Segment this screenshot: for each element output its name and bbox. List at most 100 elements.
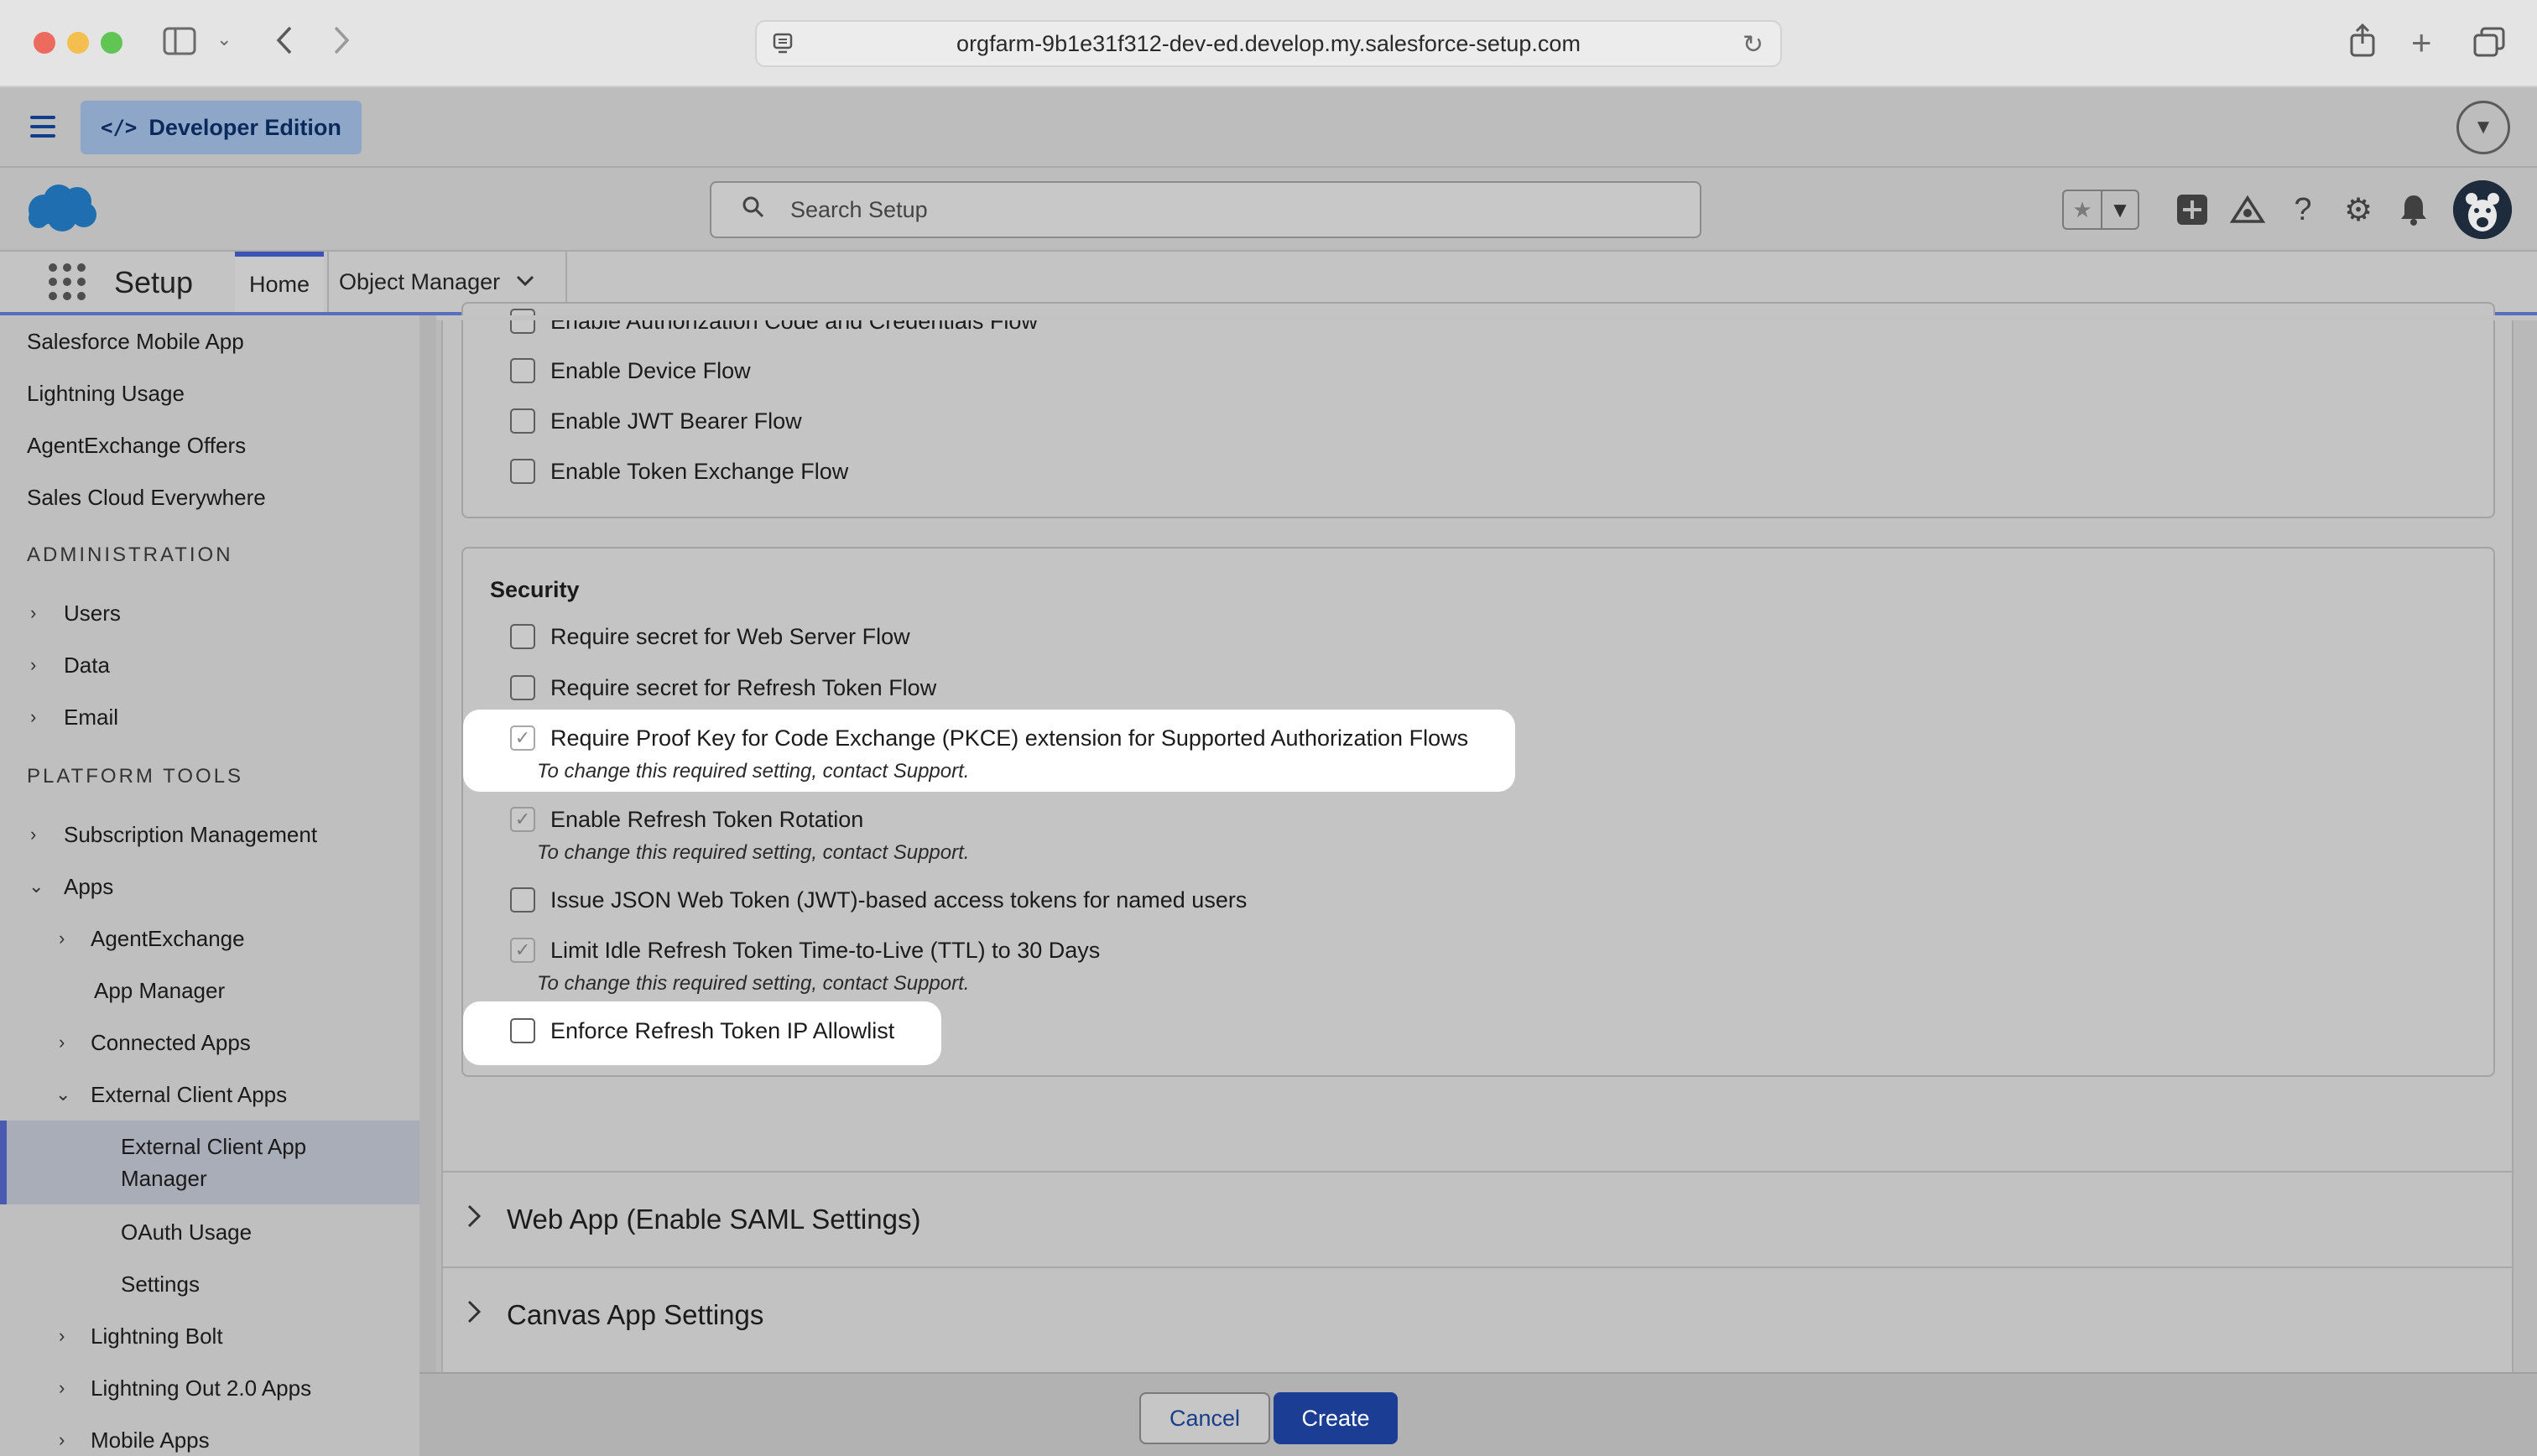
require-secret-web-server-checkbox[interactable] [510,624,535,649]
chevron-right-icon[interactable]: › [59,928,65,949]
tab-home[interactable]: Home [235,252,324,312]
issue-jwt-access-tokens-checkbox[interactable] [510,887,535,913]
sidebar-item-label: Connected Apps [91,1029,251,1055]
share-icon[interactable] [2349,23,2376,62]
enable-jwt-bearer-flow-checkbox[interactable] [510,408,535,434]
minimize-window-button[interactable] [67,32,89,54]
sidebar-item-data[interactable]: › Data [0,639,419,691]
header-actions: ★ ▼ ? ⚙ [2062,180,2512,239]
enable-auth-code-credentials-flow-checkbox[interactable] [510,309,535,334]
sidebar-item-agentexchange-offers[interactable]: AgentExchange Offers [0,419,419,471]
sidebar-heading-platform-tools: PLATFORM TOOLS [27,765,244,788]
chevron-right-icon[interactable]: › [30,824,36,845]
chevron-right-icon[interactable] [466,1299,482,1331]
search-icon [742,195,765,225]
chevron-right-icon[interactable]: › [30,602,36,624]
sidebar-item-lightning-usage[interactable]: Lightning Usage [0,367,419,419]
section-canvas-app-settings[interactable]: Canvas App Settings [441,1266,2514,1362]
tab-overview-icon[interactable] [2473,27,2505,62]
sidebar-item-label: Salesforce Mobile App [27,328,244,354]
reload-icon[interactable]: ↻ [1743,30,1763,60]
chevron-right-icon[interactable] [466,1204,482,1235]
forward-icon[interactable] [332,25,351,60]
sidebar-item-sales-cloud-everywhere[interactable]: Sales Cloud Everywhere [0,471,419,523]
sidebar-scrollbar[interactable] [419,315,436,1456]
require-pkce-checkbox[interactable]: ✓ [510,725,535,751]
new-tab-icon[interactable]: + [2411,25,2432,60]
chevron-right-icon[interactable]: › [59,1032,65,1053]
chevron-right-icon[interactable]: › [59,1325,65,1347]
site-settings-icon[interactable] [772,32,797,55]
cancel-button[interactable]: Cancel [1139,1392,1270,1444]
tab-object-manager-label: Object Manager [339,268,501,294]
developer-edition-badge[interactable]: </> Developer Edition [81,101,362,154]
help-icon[interactable]: ? [2284,190,2322,229]
sidebar-item-lightning-out-apps[interactable]: › Lightning Out 2.0 Apps [0,1362,419,1414]
address-bar[interactable]: orgfarm-9b1e31f312-dev-ed.develop.my.sal… [755,20,1782,67]
sidebar-toggle-icon[interactable] [163,27,196,60]
sidebar-item-label: Apps [64,873,114,899]
security-heading: Security [490,577,580,602]
scroll-edge [436,315,2537,320]
header-dropdown-button[interactable]: ▼ [2456,101,2510,154]
global-header-top: </> Developer Edition ▼ [0,87,2537,168]
star-icon[interactable]: ★ [2064,191,2101,228]
chevron-down-icon[interactable] [515,271,535,293]
chevron-down-icon[interactable]: ⌄ [55,1084,70,1105]
sidebar-item-label: Lightning Usage [27,380,185,406]
section-canvas-app-settings-label: Canvas App Settings [507,1299,764,1330]
chevron-down-icon[interactable]: ⌄ [216,30,232,49]
sidebar-item-salesforce-mobile-app[interactable]: Salesforce Mobile App [0,315,419,367]
sidebar-item-external-client-apps[interactable]: ⌄ External Client Apps [0,1069,419,1121]
refresh-token-rotation-note: To change this required setting, contact… [537,841,970,864]
app-launcher-icon[interactable] [49,263,86,300]
global-actions-icon[interactable] [2173,190,2211,229]
sidebar-item-lightning-bolt[interactable]: › Lightning Bolt [0,1310,419,1362]
chevron-down-icon[interactable]: ⌄ [29,876,44,897]
chevron-right-icon[interactable]: › [59,1429,65,1451]
back-icon[interactable] [275,25,294,60]
chevron-right-icon[interactable]: › [30,654,36,676]
bell-icon[interactable] [2394,190,2433,229]
gear-icon[interactable]: ⚙ [2339,190,2378,229]
require-secret-refresh-token-checkbox[interactable] [510,675,535,700]
chevron-right-icon[interactable]: › [59,1377,65,1399]
enable-token-exchange-flow-checkbox[interactable] [510,459,535,484]
form-footer: Cancel Create [419,1372,2537,1456]
chevron-right-icon[interactable]: › [30,706,36,728]
salesforce-logo[interactable] [25,181,99,233]
tab-home-label: Home [248,271,310,297]
setup-title: Setup [114,265,194,299]
enable-device-flow-checkbox[interactable] [510,358,535,383]
sidebar-item-app-manager[interactable]: App Manager [0,965,419,1017]
search-input[interactable] [790,196,1545,223]
enforce-refresh-token-ip-allowlist-checkbox[interactable] [510,1018,535,1043]
menu-icon[interactable] [30,116,55,138]
sidebar-item-apps[interactable]: ⌄ Apps [0,861,419,913]
sidebar-item-email[interactable]: › Email [0,691,419,743]
trailhead-icon[interactable] [2228,190,2267,229]
global-header: ★ ▼ ? ⚙ [0,168,2537,252]
favorites-dropdown-icon[interactable]: ▼ [2101,191,2138,228]
sidebar-item-mobile-apps[interactable]: › Mobile Apps [0,1414,419,1456]
sidebar-item-agentexchange[interactable]: › AgentExchange [0,913,419,965]
enable-refresh-token-rotation-checkbox[interactable]: ✓ [510,807,535,832]
enable-jwt-bearer-flow-label: Enable JWT Bearer Flow [550,408,802,434]
sidebar-item-label: External Client Apps [91,1081,288,1107]
pkce-note: To change this required setting, contact… [537,760,970,783]
create-button[interactable]: Create [1274,1392,1398,1444]
avatar[interactable] [2453,180,2512,239]
enable-refresh-token-rotation-label: Enable Refresh Token Rotation [550,807,864,832]
sidebar-item-subscription-management[interactable]: › Subscription Management [0,809,419,861]
sidebar-item-connected-apps[interactable]: › Connected Apps [0,1017,419,1069]
sidebar-item-users[interactable]: › Users [0,587,419,639]
require-secret-web-server-label: Require secret for Web Server Flow [550,624,910,649]
limit-idle-refresh-token-ttl-checkbox[interactable]: ✓ [510,938,535,963]
sidebar-item-oauth-usage[interactable]: OAuth Usage [0,1206,419,1258]
section-web-app-saml[interactable]: Web App (Enable SAML Settings) [441,1171,2514,1266]
sidebar-item-external-client-app-manager[interactable]: External Client App Manager [0,1121,419,1204]
zoom-window-button[interactable] [101,32,122,54]
search-setup-box[interactable] [710,181,1701,238]
close-window-button[interactable] [34,32,55,54]
sidebar-item-settings[interactable]: Settings [0,1258,419,1310]
